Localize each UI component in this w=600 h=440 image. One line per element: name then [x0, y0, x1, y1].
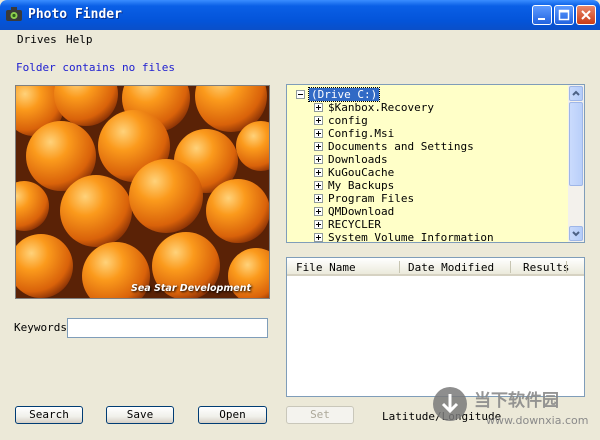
arrow-down-icon — [572, 231, 580, 237]
expand-icon[interactable] — [314, 168, 323, 177]
expand-icon[interactable] — [314, 220, 323, 229]
tree-item[interactable]: My Backups — [287, 179, 567, 192]
expand-icon[interactable] — [314, 207, 323, 216]
oranges-image — [16, 86, 269, 298]
tree-item-label: Downloads — [328, 153, 388, 166]
svg-text:www.downxia.com: www.downxia.com — [486, 414, 588, 427]
expand-icon[interactable] — [314, 142, 323, 151]
svg-text:当下软件园: 当下软件园 — [474, 390, 559, 411]
scroll-thumb[interactable] — [569, 102, 583, 186]
tree-item-label: Config.Msi — [328, 127, 395, 140]
list-header: File Name Date Modified Results — [287, 258, 584, 276]
scroll-up-arrow[interactable] — [569, 86, 583, 101]
scroll-down-arrow[interactable] — [569, 226, 583, 241]
results-list[interactable]: File Name Date Modified Results — [286, 257, 585, 397]
title-bar[interactable]: Photo Finder — [0, 0, 600, 30]
expand-icon[interactable] — [314, 116, 323, 125]
tree-item[interactable]: KuGouCache — [287, 166, 567, 179]
camera-icon — [6, 7, 22, 21]
expand-icon[interactable] — [314, 129, 323, 138]
expand-icon[interactable] — [314, 194, 323, 203]
tree-item[interactable]: Documents and Settings — [287, 140, 567, 153]
maximize-icon — [558, 9, 570, 21]
tree-root[interactable]: (Drive C:) — [287, 87, 567, 102]
column-divider[interactable] — [399, 261, 400, 273]
tree-item-label: Program Files — [328, 192, 415, 205]
minimize-button[interactable] — [532, 5, 552, 25]
tree-item[interactable]: config — [287, 114, 567, 127]
tree-root-label: Drive C: — [317, 88, 371, 101]
tree-item-label: $Kanbox.Recovery — [328, 101, 434, 114]
tree-item-label: config — [328, 114, 368, 127]
close-button[interactable] — [576, 5, 596, 25]
tree-item-label: RECYCLER — [328, 218, 381, 231]
close-icon — [581, 10, 591, 20]
tree-item[interactable]: RECYCLER — [287, 218, 567, 231]
save-button[interactable]: Save — [106, 406, 174, 424]
tree-item-label: QMDownload — [328, 205, 395, 218]
open-button[interactable]: Open — [198, 406, 267, 424]
drive-tree[interactable]: (Drive C:) $Kanbox.Recovery config Config.… — [286, 84, 585, 243]
photo-preview: Sea Star Development — [15, 85, 270, 299]
column-results[interactable]: Results — [523, 261, 569, 274]
photo-caption: Sea Star Development — [131, 283, 251, 294]
window-title: Photo Finder — [28, 7, 122, 22]
tree-item[interactable]: Downloads — [287, 153, 567, 166]
minimize-icon — [538, 18, 545, 20]
arrow-up-icon — [572, 90, 580, 96]
expand-icon[interactable] — [314, 233, 323, 242]
column-date-modified[interactable]: Date Modified — [408, 261, 494, 274]
tree-item-label: System Volume Information — [328, 231, 494, 243]
search-button[interactable]: Search — [15, 406, 83, 424]
tree-item[interactable]: QMDownload — [287, 205, 567, 218]
keywords-input[interactable] — [67, 318, 268, 338]
tree-scrollbar[interactable] — [568, 85, 584, 242]
expand-icon[interactable] — [314, 155, 323, 164]
tree-item[interactable]: $Kanbox.Recovery — [287, 101, 567, 114]
tree-item-label: My Backups — [328, 179, 395, 192]
column-divider[interactable] — [566, 261, 567, 273]
column-divider[interactable] — [510, 261, 511, 273]
tree-item[interactable]: Program Files — [287, 192, 567, 205]
status-text: Folder contains no files — [16, 61, 175, 74]
tree-item[interactable]: Config.Msi — [287, 127, 567, 140]
menu-bar: Drives Help — [3, 30, 597, 50]
tree-item-label: Documents and Settings — [328, 140, 474, 153]
keywords-label: Keywords — [14, 321, 67, 334]
collapse-icon[interactable] — [296, 90, 305, 99]
menu-drives[interactable]: Drives — [17, 33, 57, 46]
set-button[interactable]: Set — [286, 406, 354, 424]
watermark-logo: 当下软件园 www.downxia.com — [430, 382, 595, 432]
menu-help[interactable]: Help — [66, 33, 93, 46]
tree-item-label: KuGouCache — [328, 166, 395, 179]
maximize-button[interactable] — [554, 5, 574, 25]
expand-icon[interactable] — [314, 181, 323, 190]
tree-item[interactable]: System Volume Information — [287, 231, 567, 243]
column-file-name[interactable]: File Name — [296, 261, 356, 274]
expand-icon[interactable] — [314, 103, 323, 112]
